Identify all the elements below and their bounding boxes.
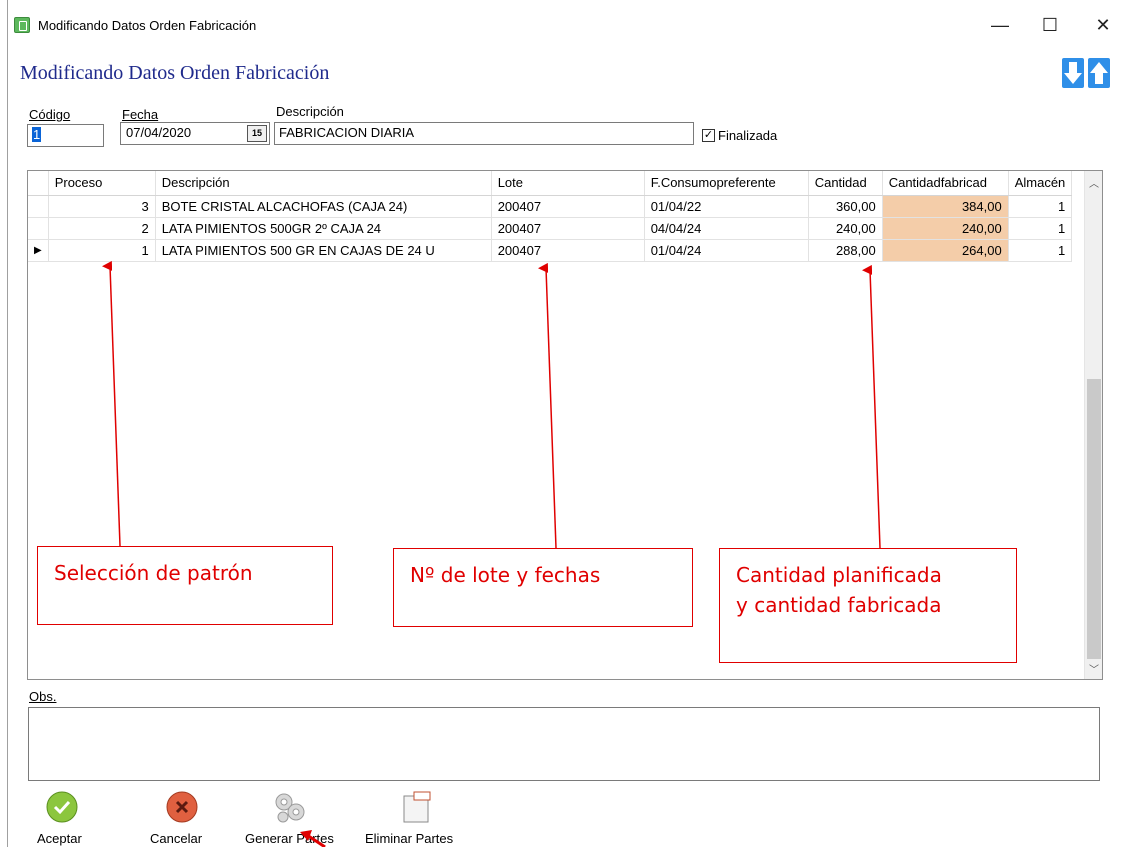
annotation-patron-text: Selección de patrón	[54, 561, 253, 585]
annotation-lote: Nº de lote y fechas	[393, 548, 693, 627]
annotation-patron: Selección de patrón	[37, 546, 333, 625]
annotation-arrow-cantidad	[862, 264, 881, 549]
annotation-arrow-generar	[306, 833, 326, 847]
annotation-arrow-lote	[538, 262, 557, 549]
annotation-cantidad: Cantidad planificada y cantidad fabricad…	[719, 548, 1017, 663]
annotation-arrows	[102, 260, 881, 847]
annotation-cantidad-line2: y cantidad fabricada	[736, 593, 942, 617]
annotation-lote-text: Nº de lote y fechas	[410, 563, 601, 587]
annotation-cantidad-line1: Cantidad planificada	[736, 563, 942, 587]
annotation-arrow-patron	[102, 260, 121, 547]
